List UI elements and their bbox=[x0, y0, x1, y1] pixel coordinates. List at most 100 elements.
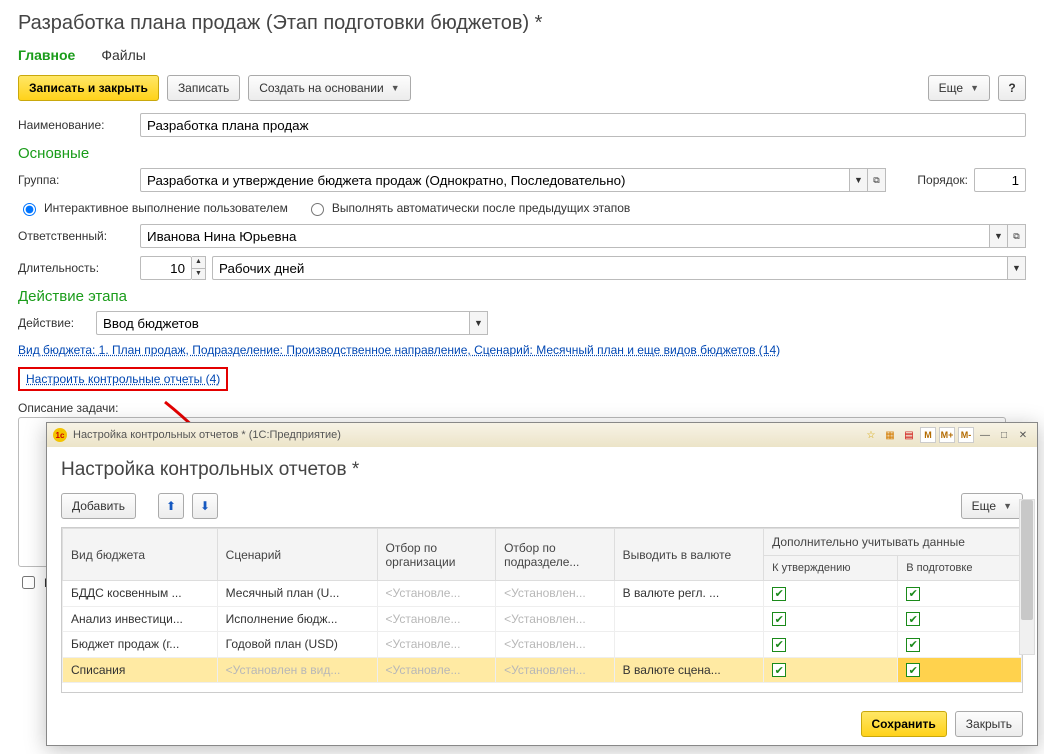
configure-reports-link[interactable]: Настроить контрольные отчеты (4) bbox=[26, 372, 220, 386]
table-icon[interactable]: ▦ bbox=[882, 427, 898, 443]
minimize-button[interactable]: — bbox=[977, 427, 993, 443]
modal-titlebar[interactable]: 1c Настройка контрольных отчетов * (1С:П… bbox=[47, 423, 1037, 447]
table-cell[interactable]: <Установлен... bbox=[496, 632, 615, 658]
table-cell[interactable]: Годовой план (USD) bbox=[217, 632, 377, 658]
table-cell[interactable]: Анализ инвестици... bbox=[63, 606, 218, 632]
col-additional[interactable]: Дополнительно учитывать данные bbox=[764, 529, 1022, 556]
calendar-icon[interactable]: ▤ bbox=[901, 427, 917, 443]
table-cell[interactable]: Бюджет продаж (г... bbox=[63, 632, 218, 658]
table-cell[interactable] bbox=[614, 632, 764, 658]
table-cell[interactable]: <Установле... bbox=[377, 606, 496, 632]
move-up-button[interactable]: ⬆ bbox=[158, 493, 184, 519]
col-currency[interactable]: Выводить в валюте bbox=[614, 529, 764, 581]
create-based-button[interactable]: Создать на основании ▼ bbox=[248, 75, 410, 101]
col-approval[interactable]: К утверждению bbox=[764, 556, 898, 581]
duration-unit-select[interactable] bbox=[212, 256, 1008, 280]
table-cell[interactable]: В валюте сцена... bbox=[614, 657, 764, 683]
save-close-button[interactable]: Записать и закрыть bbox=[18, 75, 159, 101]
table-cell[interactable]: Исполнение бюдж... bbox=[217, 606, 377, 632]
budget-type-link[interactable]: Вид бюджета: 1. План продаж, Подразделен… bbox=[18, 343, 780, 357]
responsible-label: Ответственный: bbox=[18, 229, 134, 243]
table-cell[interactable]: <Установле... bbox=[377, 657, 496, 683]
radio-auto-input[interactable] bbox=[311, 203, 324, 216]
duration-input[interactable] bbox=[140, 256, 192, 280]
checkbox-icon[interactable]: ✔ bbox=[906, 638, 920, 652]
tab-main[interactable]: Главное bbox=[18, 45, 75, 65]
table-cell[interactable]: <Установле... bbox=[377, 632, 496, 658]
table-row[interactable]: БДДС косвенным ...Месячный план (U...<Ус… bbox=[63, 581, 1022, 607]
table-cell[interactable]: <Установлен... bbox=[496, 581, 615, 607]
checkbox-icon[interactable]: ✔ bbox=[906, 612, 920, 626]
table-cell[interactable]: <Установлен... bbox=[496, 606, 615, 632]
radio-interactive[interactable]: Интерактивное выполнение пользователем bbox=[18, 200, 288, 216]
help-button[interactable]: ? bbox=[998, 75, 1026, 101]
table-cell-check[interactable]: ✔ bbox=[898, 581, 1022, 607]
table-cell-check[interactable]: ✔ bbox=[764, 581, 898, 607]
table-cell-check[interactable]: ✔ bbox=[898, 632, 1022, 658]
maximize-button[interactable]: □ bbox=[996, 427, 1012, 443]
table-cell[interactable]: БДДС косвенным ... bbox=[63, 581, 218, 607]
responsible-dropdown-button[interactable]: ▼ bbox=[990, 224, 1008, 248]
responsible-open-button[interactable]: ⧉ bbox=[1008, 224, 1026, 248]
table-cell-check[interactable]: ✔ bbox=[764, 606, 898, 632]
checkbox-icon[interactable]: ✔ bbox=[772, 587, 786, 601]
m-plus-button[interactable]: M+ bbox=[939, 427, 955, 443]
action-select[interactable] bbox=[96, 311, 470, 335]
scrollbar-thumb[interactable] bbox=[1021, 500, 1033, 620]
m-minus-button[interactable]: M- bbox=[958, 427, 974, 443]
radio-auto[interactable]: Выполнять автоматически после предыдущих… bbox=[306, 200, 630, 216]
group-dropdown-button[interactable]: ▼ bbox=[850, 168, 868, 192]
duration-unit-dropdown-button[interactable]: ▼ bbox=[1008, 256, 1026, 280]
order-input[interactable] bbox=[974, 168, 1026, 192]
group-open-button[interactable]: ⧉ bbox=[868, 168, 886, 192]
table-cell-check[interactable]: ✔ bbox=[764, 632, 898, 658]
table-cell-check[interactable]: ✔ bbox=[898, 606, 1022, 632]
modal-scrollbar[interactable] bbox=[1019, 499, 1035, 655]
more-button[interactable]: Еще ▼ bbox=[928, 75, 990, 101]
table-cell[interactable]: <Установле... bbox=[377, 581, 496, 607]
radio-interactive-input[interactable] bbox=[23, 203, 36, 216]
table-cell-check[interactable]: ✔ bbox=[764, 657, 898, 683]
group-input[interactable] bbox=[140, 168, 850, 192]
table-cell[interactable]: Списания bbox=[63, 657, 218, 683]
col-scenario[interactable]: Сценарий bbox=[217, 529, 377, 581]
action-dropdown-button[interactable]: ▼ bbox=[470, 311, 488, 335]
col-org-filter[interactable]: Отбор по организации bbox=[377, 529, 496, 581]
responsible-input[interactable] bbox=[140, 224, 990, 248]
spin-down-icon[interactable]: ▼ bbox=[192, 269, 205, 280]
table-cell[interactable]: <Установлен... bbox=[496, 657, 615, 683]
checkbox-icon[interactable]: ✔ bbox=[906, 663, 920, 677]
checkbox-icon[interactable]: ✔ bbox=[772, 612, 786, 626]
modal-close-button[interactable]: Закрыть bbox=[955, 711, 1023, 737]
move-down-button[interactable]: ⬇ bbox=[192, 493, 218, 519]
tab-files[interactable]: Файлы bbox=[101, 45, 145, 65]
name-input[interactable] bbox=[140, 113, 1026, 137]
table-cell[interactable]: В валюте регл. ... bbox=[614, 581, 764, 607]
checkbox-icon[interactable]: ✔ bbox=[906, 587, 920, 601]
table-cell[interactable] bbox=[614, 606, 764, 632]
hidden-checkbox[interactable] bbox=[22, 576, 35, 589]
add-button[interactable]: Добавить bbox=[61, 493, 136, 519]
col-budget-type[interactable]: Вид бюджета bbox=[63, 529, 218, 581]
section-main: Основные bbox=[18, 145, 1026, 162]
col-dept-filter[interactable]: Отбор по подразделе... bbox=[496, 529, 615, 581]
favorite-icon[interactable]: ☆ bbox=[863, 427, 879, 443]
reports-table[interactable]: Вид бюджета Сценарий Отбор по организаци… bbox=[61, 527, 1023, 693]
table-row[interactable]: Списания<Установлен в вид...<Установле..… bbox=[63, 657, 1022, 683]
table-row[interactable]: Бюджет продаж (г...Годовой план (USD)<Ус… bbox=[63, 632, 1022, 658]
duration-spinner[interactable]: ▲ ▼ bbox=[192, 256, 206, 280]
modal-more-button[interactable]: Еще ▼ bbox=[961, 493, 1023, 519]
close-button[interactable]: ✕ bbox=[1015, 427, 1031, 443]
table-cell-check[interactable]: ✔ bbox=[898, 657, 1022, 683]
modal-save-button[interactable]: Сохранить bbox=[861, 711, 947, 737]
table-row[interactable]: Анализ инвестици...Исполнение бюдж...<Ус… bbox=[63, 606, 1022, 632]
table-cell[interactable]: <Установлен в вид... bbox=[217, 657, 377, 683]
table-cell[interactable]: Месячный план (U... bbox=[217, 581, 377, 607]
col-preparation[interactable]: В подготовке bbox=[898, 556, 1022, 581]
m-button[interactable]: M bbox=[920, 427, 936, 443]
checkbox-icon[interactable]: ✔ bbox=[772, 638, 786, 652]
duration-label: Длительность: bbox=[18, 261, 134, 275]
save-button[interactable]: Записать bbox=[167, 75, 240, 101]
checkbox-icon[interactable]: ✔ bbox=[772, 663, 786, 677]
spin-up-icon[interactable]: ▲ bbox=[192, 257, 205, 269]
